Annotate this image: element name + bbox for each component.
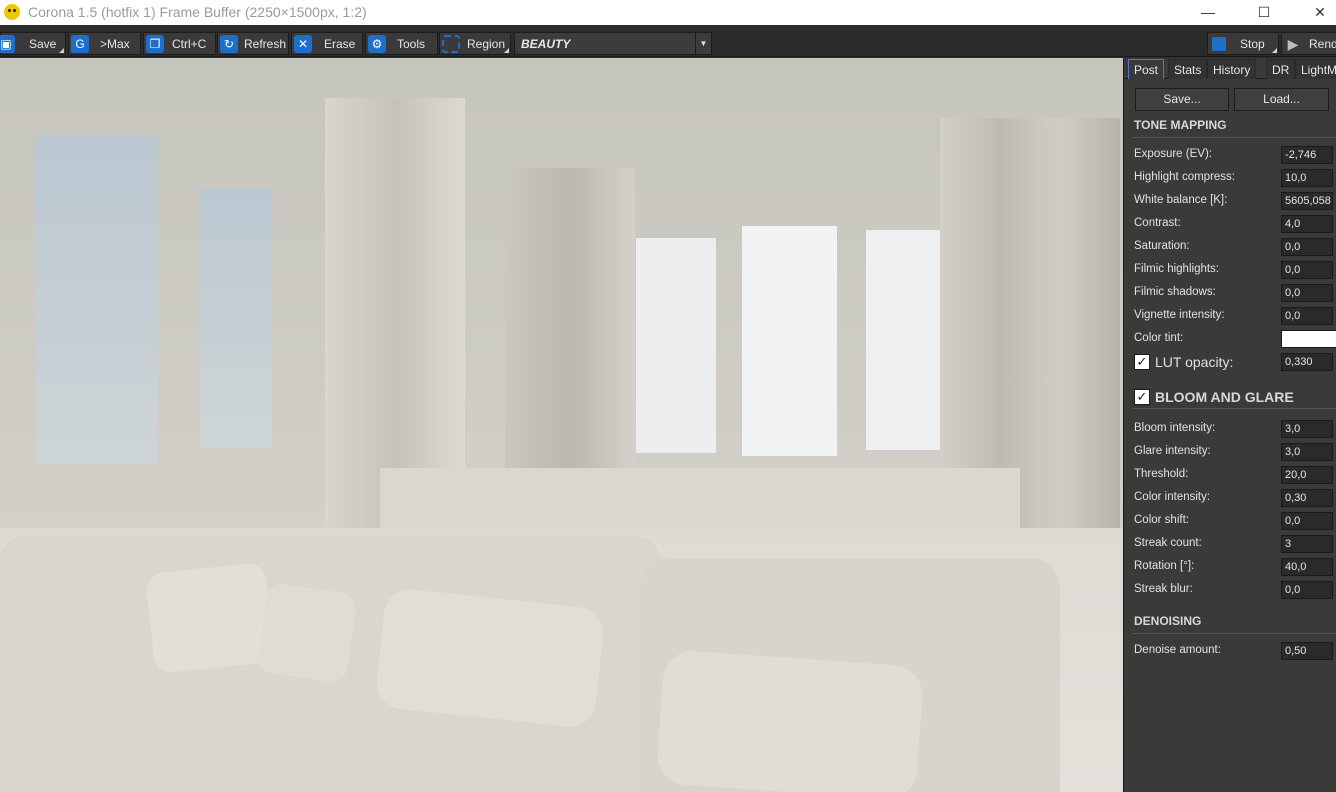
toolbar: ▣ Save G >Max ❐ Ctrl+C ↻ Refresh ✕ Erase…	[0, 30, 1336, 57]
tab-dr[interactable]: DR	[1266, 59, 1296, 79]
bloom-glare-checkbox[interactable]: ✓	[1134, 389, 1150, 405]
white-balance-field[interactable]: 5605,058	[1281, 192, 1333, 210]
bloom-intensity-label: Bloom intensity:	[1134, 422, 1216, 434]
denoise-amount-field[interactable]: 0,50	[1281, 642, 1333, 660]
tab-stats[interactable]: Stats	[1168, 59, 1208, 79]
erase-icon: ✕	[294, 35, 312, 53]
save-settings-button[interactable]: Save...	[1135, 88, 1229, 111]
refresh-button[interactable]: ↻ Refresh	[217, 32, 289, 55]
back-window-1	[636, 238, 716, 453]
filmic-shadows-label: Filmic shadows:	[1134, 286, 1216, 298]
filmic-highlights-field[interactable]: 0,0	[1281, 261, 1333, 279]
tab-post[interactable]: Post	[1128, 59, 1165, 79]
highlight-compress-field[interactable]: 10,0	[1281, 169, 1333, 187]
divider	[1132, 633, 1336, 634]
cushion-1	[145, 562, 275, 674]
bloom-intensity-field[interactable]: 3,0	[1281, 420, 1333, 438]
streak-blur-label: Streak blur:	[1134, 583, 1193, 595]
color-tint-swatch[interactable]	[1281, 330, 1336, 348]
minimize-button[interactable]: —	[1185, 0, 1231, 25]
corona-logo-icon	[4, 4, 20, 20]
checkmark-icon: ✓	[1136, 354, 1148, 369]
back-window-3	[866, 230, 941, 450]
denoise-amount-label: Denoise amount:	[1134, 644, 1221, 656]
back-window-2	[742, 226, 837, 456]
vignette-intensity-label: Vignette intensity:	[1134, 309, 1225, 321]
play-icon: ▶	[1287, 36, 1299, 52]
cushion-4	[655, 649, 925, 792]
streak-blur-field[interactable]: 0,0	[1281, 581, 1333, 599]
contrast-field[interactable]: 4,0	[1281, 215, 1333, 233]
title-bar: Corona 1.5 (hotfix 1) Frame Buffer (2250…	[0, 0, 1336, 25]
divider	[1132, 137, 1336, 138]
filmic-highlights-label: Filmic highlights:	[1134, 263, 1219, 275]
color-intensity-label: Color intensity:	[1134, 491, 1211, 503]
dropdown-corner-icon	[504, 48, 509, 53]
tab-history[interactable]: History	[1207, 59, 1257, 79]
streak-count-label: Streak count:	[1134, 537, 1202, 549]
close-button[interactable]: ✕	[1297, 0, 1336, 25]
color-intensity-field[interactable]: 0,30	[1281, 489, 1333, 507]
clipboard-icon: ❐	[146, 35, 164, 53]
window-title: Corona 1.5 (hotfix 1) Frame Buffer (2250…	[28, 4, 367, 20]
bloom-glare-heading: BLOOM AND GLARE	[1155, 389, 1294, 405]
saturation-field[interactable]: 0,0	[1281, 238, 1333, 256]
load-settings-button[interactable]: Load...	[1234, 88, 1329, 111]
ctrl-c-button[interactable]: ❐ Ctrl+C	[143, 32, 216, 55]
left-window	[36, 136, 158, 464]
region-icon	[442, 35, 460, 53]
stop-icon	[1212, 37, 1226, 51]
tab-lightmix[interactable]: LightM	[1295, 59, 1336, 79]
saturation-label: Saturation:	[1134, 240, 1190, 252]
refresh-icon: ↻	[220, 35, 238, 53]
render-pass-select[interactable]: BEAUTY ▼	[514, 32, 712, 55]
tools-button[interactable]: ⚙ Tools	[365, 32, 438, 55]
threshold-field[interactable]: 20,0	[1281, 466, 1333, 484]
vignette-intensity-field[interactable]: 0,0	[1281, 307, 1333, 325]
max-button[interactable]: G >Max	[68, 32, 141, 55]
glare-intensity-field[interactable]: 3,0	[1281, 443, 1333, 461]
save-icon: ▣	[0, 35, 15, 53]
gear-icon: ⚙	[368, 35, 386, 53]
exposure-field[interactable]: -2,746	[1281, 146, 1333, 164]
glare-intensity-label: Glare intensity:	[1134, 445, 1211, 457]
tone-mapping-heading: TONE MAPPING	[1134, 118, 1227, 132]
lut-opacity-field[interactable]: 0,330	[1281, 353, 1333, 371]
divider	[1132, 408, 1336, 409]
color-tint-label: Color tint:	[1134, 332, 1184, 344]
chevron-down-icon: ▼	[695, 33, 711, 54]
checkmark-icon: ✓	[1136, 389, 1148, 404]
filmic-shadows-field[interactable]: 0,0	[1281, 284, 1333, 302]
highlight-compress-label: Highlight compress:	[1134, 171, 1235, 183]
dropdown-corner-icon	[1272, 48, 1277, 53]
left-window-small	[200, 188, 272, 448]
render-viewport[interactable]	[0, 58, 1123, 792]
swirl-icon: G	[71, 35, 89, 53]
rotation-label: Rotation [°]:	[1134, 560, 1195, 572]
region-button[interactable]: Region	[439, 32, 511, 55]
cushion-2	[256, 582, 358, 684]
denoising-heading: DENOISING	[1134, 614, 1202, 628]
lut-checkbox[interactable]: ✓	[1134, 354, 1150, 370]
streak-count-field[interactable]: 3	[1281, 535, 1333, 553]
panel-tabs: Post Stats History DR LightM	[1124, 58, 1336, 79]
save-button[interactable]: ▣ Save	[0, 32, 66, 55]
threshold-label: Threshold:	[1134, 468, 1189, 480]
erase-button[interactable]: ✕ Erase	[291, 32, 363, 55]
white-balance-label: White balance [K]:	[1134, 194, 1228, 206]
lut-opacity-label: LUT opacity:	[1155, 354, 1234, 370]
color-shift-field[interactable]: 0,0	[1281, 512, 1333, 530]
cushion-3	[374, 586, 606, 730]
color-shift-label: Color shift:	[1134, 514, 1189, 526]
render-button[interactable]: ▶ Rend	[1281, 32, 1336, 55]
exposure-label: Exposure (EV):	[1134, 148, 1212, 160]
maximize-button[interactable]: ☐	[1241, 0, 1287, 25]
rotation-field[interactable]: 40,0	[1281, 558, 1333, 576]
stop-button[interactable]: Stop	[1207, 32, 1279, 55]
post-panel: Post Stats History DR LightM Save... Loa…	[1123, 58, 1336, 792]
contrast-label: Contrast:	[1134, 217, 1181, 229]
dropdown-corner-icon	[59, 48, 64, 53]
